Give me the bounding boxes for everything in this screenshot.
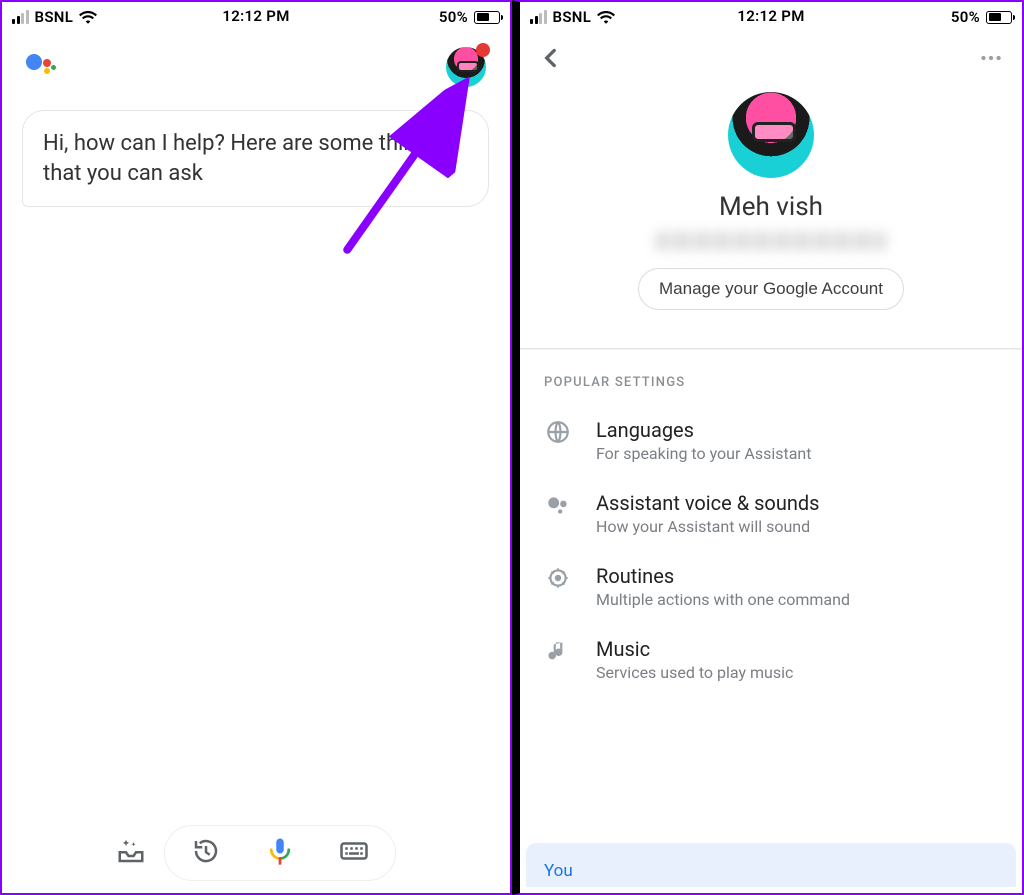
notification-badge-icon — [476, 43, 490, 57]
manage-account-button[interactable]: Manage your Google Account — [638, 268, 904, 310]
mic-icon — [265, 836, 295, 866]
assistant-settings-screen: BSNL 12:12 PM 50% Meh vish Manage your G… — [512, 0, 1024, 895]
back-button[interactable] — [538, 45, 564, 75]
history-icon — [191, 836, 221, 866]
clock-label: 12:12 PM — [737, 7, 804, 25]
tab-you[interactable]: You — [544, 861, 573, 881]
assistant-greeting-bubble: Hi, how can I help? Here are some things… — [22, 110, 489, 207]
google-assistant-logo-icon — [26, 52, 56, 82]
wifi-icon — [79, 10, 97, 24]
assistant-header — [2, 32, 510, 102]
inbox-sparkle-icon — [116, 836, 146, 866]
status-bar: BSNL 12:12 PM 50% — [520, 2, 1022, 32]
assistant-greeting-text: Hi, how can I help? Here are some things… — [43, 131, 439, 186]
overflow-menu-button[interactable] — [978, 45, 1004, 75]
setting-row-music[interactable]: Music Services used to play music — [520, 623, 1022, 696]
bottom-tab-bar: You — [526, 843, 1016, 887]
assistant-input-bar — [2, 825, 510, 881]
chevron-left-icon — [538, 45, 564, 71]
carrier-label: BSNL — [35, 8, 74, 26]
battery-pct-label: 50% — [951, 8, 980, 26]
explore-tray-button[interactable] — [116, 836, 146, 870]
setting-subtitle: Multiple actions with one command — [596, 590, 850, 609]
setting-row-languages[interactable]: Languages For speaking to your Assistant — [520, 404, 1022, 477]
assistant-dots-icon — [544, 491, 572, 519]
clock-label: 12:12 PM — [222, 7, 289, 25]
setting-title: Languages — [596, 418, 811, 442]
status-bar: BSNL 12:12 PM 50% — [2, 2, 510, 32]
carrier-label: BSNL — [553, 8, 592, 26]
assistant-main-screen: BSNL 12:12 PM 50% Hi, how can I help? He… — [0, 0, 512, 895]
battery-icon — [986, 11, 1012, 24]
signal-icon — [530, 10, 547, 24]
signal-icon — [12, 10, 29, 24]
keyboard-icon — [339, 836, 369, 866]
setting-row-voice[interactable]: Assistant voice & sounds How your Assist… — [520, 477, 1022, 550]
account-name: Meh vish — [719, 192, 823, 222]
wifi-icon — [597, 10, 615, 24]
routines-icon — [544, 564, 572, 592]
manage-account-label: Manage your Google Account — [659, 279, 883, 298]
setting-subtitle: Services used to play music — [596, 663, 793, 682]
account-email-blurred — [656, 232, 886, 250]
setting-subtitle: For speaking to your Assistant — [596, 444, 811, 463]
setting-subtitle: How your Assistant will sound — [596, 517, 820, 536]
account-header: Meh vish Manage your Google Account — [520, 88, 1022, 332]
globe-icon — [544, 418, 572, 446]
battery-pct-label: 50% — [439, 8, 468, 26]
section-title-popular-settings: POPULAR SETTINGS — [520, 349, 1022, 404]
keyboard-button[interactable] — [339, 836, 369, 870]
avatar-large-icon — [728, 92, 814, 178]
music-note-icon — [544, 637, 572, 665]
profile-avatar-button[interactable] — [446, 47, 486, 87]
setting-row-routines[interactable]: Routines Multiple actions with one comma… — [520, 550, 1022, 623]
battery-icon — [474, 11, 500, 24]
mic-button[interactable] — [265, 836, 295, 870]
setting-title: Routines — [596, 564, 850, 588]
setting-title: Assistant voice & sounds — [596, 491, 820, 515]
dots-horizontal-icon — [978, 45, 1004, 71]
setting-title: Music — [596, 637, 793, 661]
history-button[interactable] — [191, 836, 221, 870]
